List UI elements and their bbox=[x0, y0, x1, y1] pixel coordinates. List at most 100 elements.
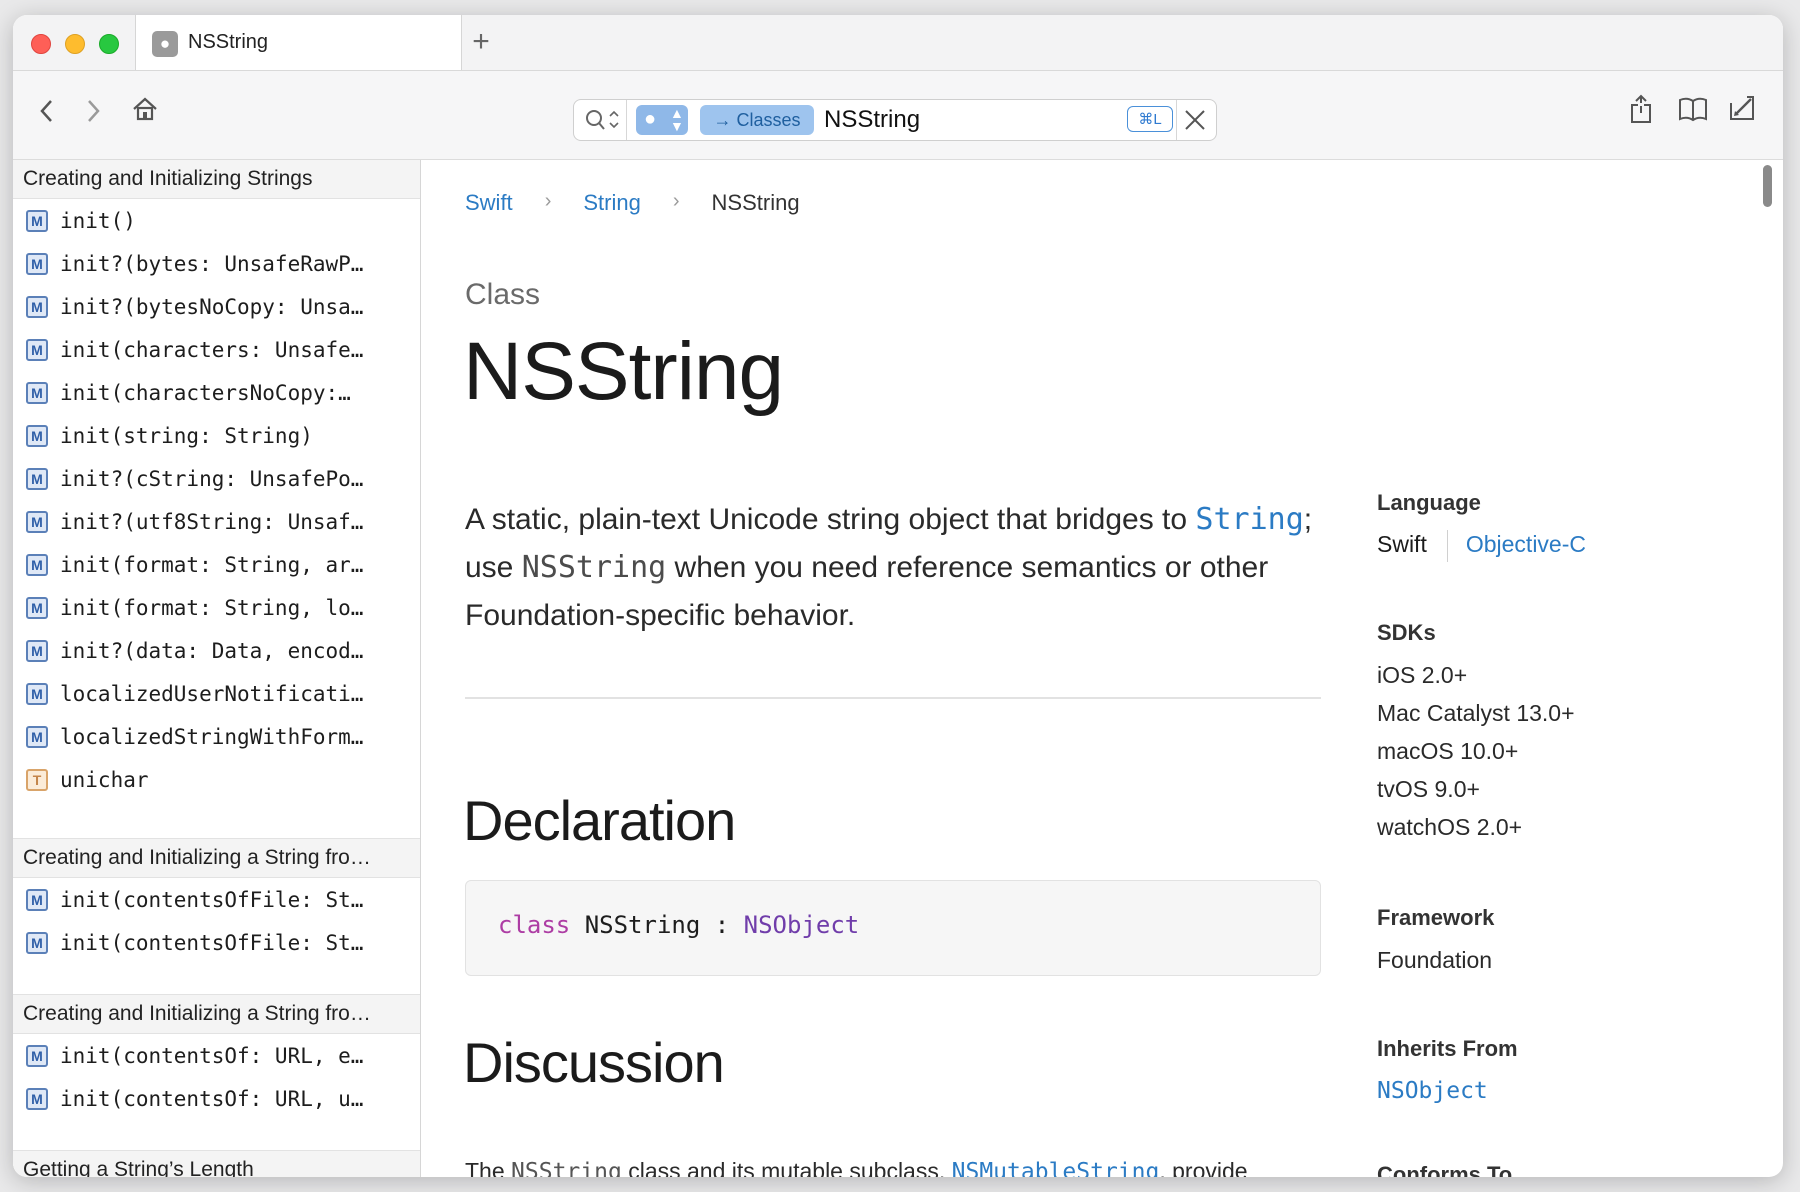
sidebar-section-title[interactable]: Creating and Initializing Strings bbox=[13, 160, 420, 199]
sidebar-item[interactable]: Minit(contentsOf: URL, u… bbox=[13, 1077, 420, 1120]
inherits-link[interactable]: NSObject bbox=[1377, 1078, 1488, 1104]
code-name: NSString bbox=[584, 911, 701, 939]
method-badge-icon: M bbox=[26, 725, 48, 748]
method-badge-icon: M bbox=[26, 209, 48, 232]
close-icon[interactable] bbox=[1180, 102, 1210, 144]
scrollbar[interactable] bbox=[1763, 165, 1772, 207]
method-badge-icon: M bbox=[26, 252, 48, 275]
sidebar-item[interactable]: Minit(charactersNoCopy:… bbox=[13, 371, 420, 414]
sidebar-item[interactable]: Minit(format: String, ar… bbox=[13, 543, 420, 586]
sidebar-item[interactable]: Minit(format: String, lo… bbox=[13, 586, 420, 629]
sidebar-item[interactable]: MlocalizedStringWithForm… bbox=[13, 715, 420, 758]
sidebar-item-label: init(charactersNoCopy:… bbox=[60, 380, 351, 405]
tab-nsstring[interactable]: ● NSString bbox=[135, 15, 462, 70]
method-badge-icon: M bbox=[26, 381, 48, 404]
shortcut-hint: ⌘L bbox=[1127, 106, 1173, 132]
sdk-item: watchOS 2.0+ bbox=[1377, 814, 1523, 840]
conforms-label: Conforms To bbox=[1377, 1162, 1513, 1177]
method-badge-icon: M bbox=[26, 467, 48, 490]
nsmutablestring-link[interactable]: NSMutableString bbox=[952, 1159, 1160, 1177]
declaration-heading: Declaration bbox=[463, 789, 736, 852]
sidebar-item[interactable]: Minit(string: String) bbox=[13, 414, 420, 457]
home-icon[interactable] bbox=[131, 95, 159, 129]
sidebar-item[interactable]: Minit?(cString: UnsafePo… bbox=[13, 457, 420, 500]
sidebar-item[interactable]: Tunichar bbox=[13, 758, 420, 801]
declaration-code-block: class NSString : NSObject bbox=[465, 880, 1321, 976]
sidebar: Creating and Initializing Strings Minit(… bbox=[13, 160, 421, 1177]
method-badge-icon: M bbox=[26, 1044, 48, 1067]
method-badge-icon: M bbox=[26, 510, 48, 533]
language-objc[interactable]: Objective-C bbox=[1466, 531, 1586, 557]
platform-token[interactable]: ● ▲ ▼ bbox=[636, 105, 688, 135]
method-badge-icon: M bbox=[26, 295, 48, 318]
breadcrumb-link[interactable]: Swift bbox=[465, 190, 513, 216]
sidebar-item-label: init(characters: Unsafe… bbox=[60, 337, 364, 362]
chevron-updown-icon: ▲ ▼ bbox=[670, 105, 684, 134]
sidebar-item[interactable]: Minit(contentsOf: URL, e… bbox=[13, 1034, 420, 1077]
edit-icon[interactable] bbox=[1727, 93, 1757, 129]
main-content: Swift › String › NSString Class NSString… bbox=[421, 160, 1783, 1177]
sidebar-section-title[interactable]: Creating and Initializing a String fro… bbox=[13, 838, 420, 878]
language-label: Language bbox=[1377, 490, 1481, 515]
sdk-item: Mac Catalyst 13.0+ bbox=[1377, 700, 1575, 726]
sidebar-item[interactable]: Minit?(bytes: UnsafeRawP… bbox=[13, 242, 420, 285]
discussion-fragment: , provide bbox=[1159, 1158, 1248, 1177]
sidebar-item[interactable]: Minit(contentsOfFile: St… bbox=[13, 921, 420, 964]
sidebar-item[interactable]: Minit(characters: Unsafe… bbox=[13, 328, 420, 371]
sdk-item: macOS 10.0+ bbox=[1377, 738, 1519, 764]
scope-token[interactable]: → Classes bbox=[700, 105, 814, 135]
sidebar-item[interactable]: Minit(contentsOfFile: St… bbox=[13, 878, 420, 921]
method-badge-icon: M bbox=[26, 338, 48, 361]
sidebar-item-label: init(format: String, lo… bbox=[60, 595, 364, 620]
minimize-window-button[interactable] bbox=[65, 34, 85, 54]
share-icon[interactable] bbox=[1627, 93, 1655, 131]
sidebar-item-label: unichar bbox=[60, 767, 149, 792]
superclass-link[interactable]: NSObject bbox=[744, 911, 860, 939]
string-link[interactable]: String bbox=[1195, 502, 1303, 537]
method-badge-icon: M bbox=[26, 1087, 48, 1110]
sidebar-item-label: init(contentsOf: URL, u… bbox=[60, 1086, 364, 1111]
breadcrumb-link[interactable]: String bbox=[583, 190, 640, 216]
language-swift[interactable]: Swift bbox=[1377, 531, 1427, 557]
sidebar-item-label: init() bbox=[60, 208, 136, 233]
forward-icon[interactable] bbox=[83, 96, 103, 132]
sidebar-item-label: init?(data: Data, encod… bbox=[60, 638, 364, 663]
method-badge-icon: M bbox=[26, 553, 48, 576]
back-icon[interactable] bbox=[37, 96, 57, 132]
page-title: NSString bbox=[463, 326, 784, 417]
bookmarks-icon[interactable] bbox=[1677, 95, 1709, 129]
search-field[interactable]: ● ▲ ▼ → Classes NSString ⌘L bbox=[573, 99, 1217, 141]
sidebar-item-label: init?(bytes: UnsafeRawP… bbox=[60, 251, 364, 276]
discussion-fragment: class and its mutable subclass, bbox=[621, 1158, 952, 1177]
zoom-window-button[interactable] bbox=[99, 34, 119, 54]
chevron-right-icon: › bbox=[672, 190, 680, 212]
new-tab-button[interactable]: + bbox=[461, 25, 501, 59]
sidebar-item[interactable]: Minit?(bytesNoCopy: Unsa… bbox=[13, 285, 420, 328]
type-badge-icon: T bbox=[26, 768, 48, 791]
sidebar-item[interactable]: Minit?(utf8String: Unsaf… bbox=[13, 500, 420, 543]
divider bbox=[465, 697, 1321, 699]
framework-value: Foundation bbox=[1377, 947, 1493, 973]
sidebar-item-label: init(contentsOfFile: St… bbox=[60, 930, 364, 955]
sidebar-section-title[interactable]: Getting a String’s Length bbox=[13, 1150, 420, 1177]
inline-code: NSString bbox=[521, 550, 667, 585]
sdk-item: tvOS 9.0+ bbox=[1377, 776, 1480, 802]
sdk-item: iOS 2.0+ bbox=[1377, 662, 1468, 688]
sidebar-item-label: init(contentsOf: URL, e… bbox=[60, 1043, 364, 1068]
search-input[interactable]: NSString bbox=[824, 106, 920, 134]
chevron-right-icon: › bbox=[544, 190, 552, 212]
sidebar-item[interactable]: Minit?(data: Data, encod… bbox=[13, 629, 420, 672]
sidebar-section-title[interactable]: Creating and Initializing a String fro… bbox=[13, 994, 420, 1034]
sidebar-item-label: init?(utf8String: Unsaf… bbox=[60, 509, 364, 534]
sidebar-item[interactable]: Minit() bbox=[13, 199, 420, 242]
sidebar-item[interactable]: MlocalizedUserNotificati… bbox=[13, 672, 420, 715]
app-window: ● NSString + ● ▲▼ → Classes NSString ⌘L bbox=[13, 15, 1783, 1177]
code-keyword: class bbox=[498, 911, 571, 939]
abstract-text: A static, plain-text Unicode string obje… bbox=[465, 503, 1196, 536]
apple-icon: ● bbox=[644, 108, 657, 130]
discussion-fragment: The bbox=[465, 1158, 512, 1177]
search-icon[interactable] bbox=[584, 107, 624, 138]
method-badge-icon: M bbox=[26, 931, 48, 954]
close-window-button[interactable] bbox=[31, 34, 51, 54]
language-switcher: Swift Objective-C bbox=[1377, 530, 1586, 562]
